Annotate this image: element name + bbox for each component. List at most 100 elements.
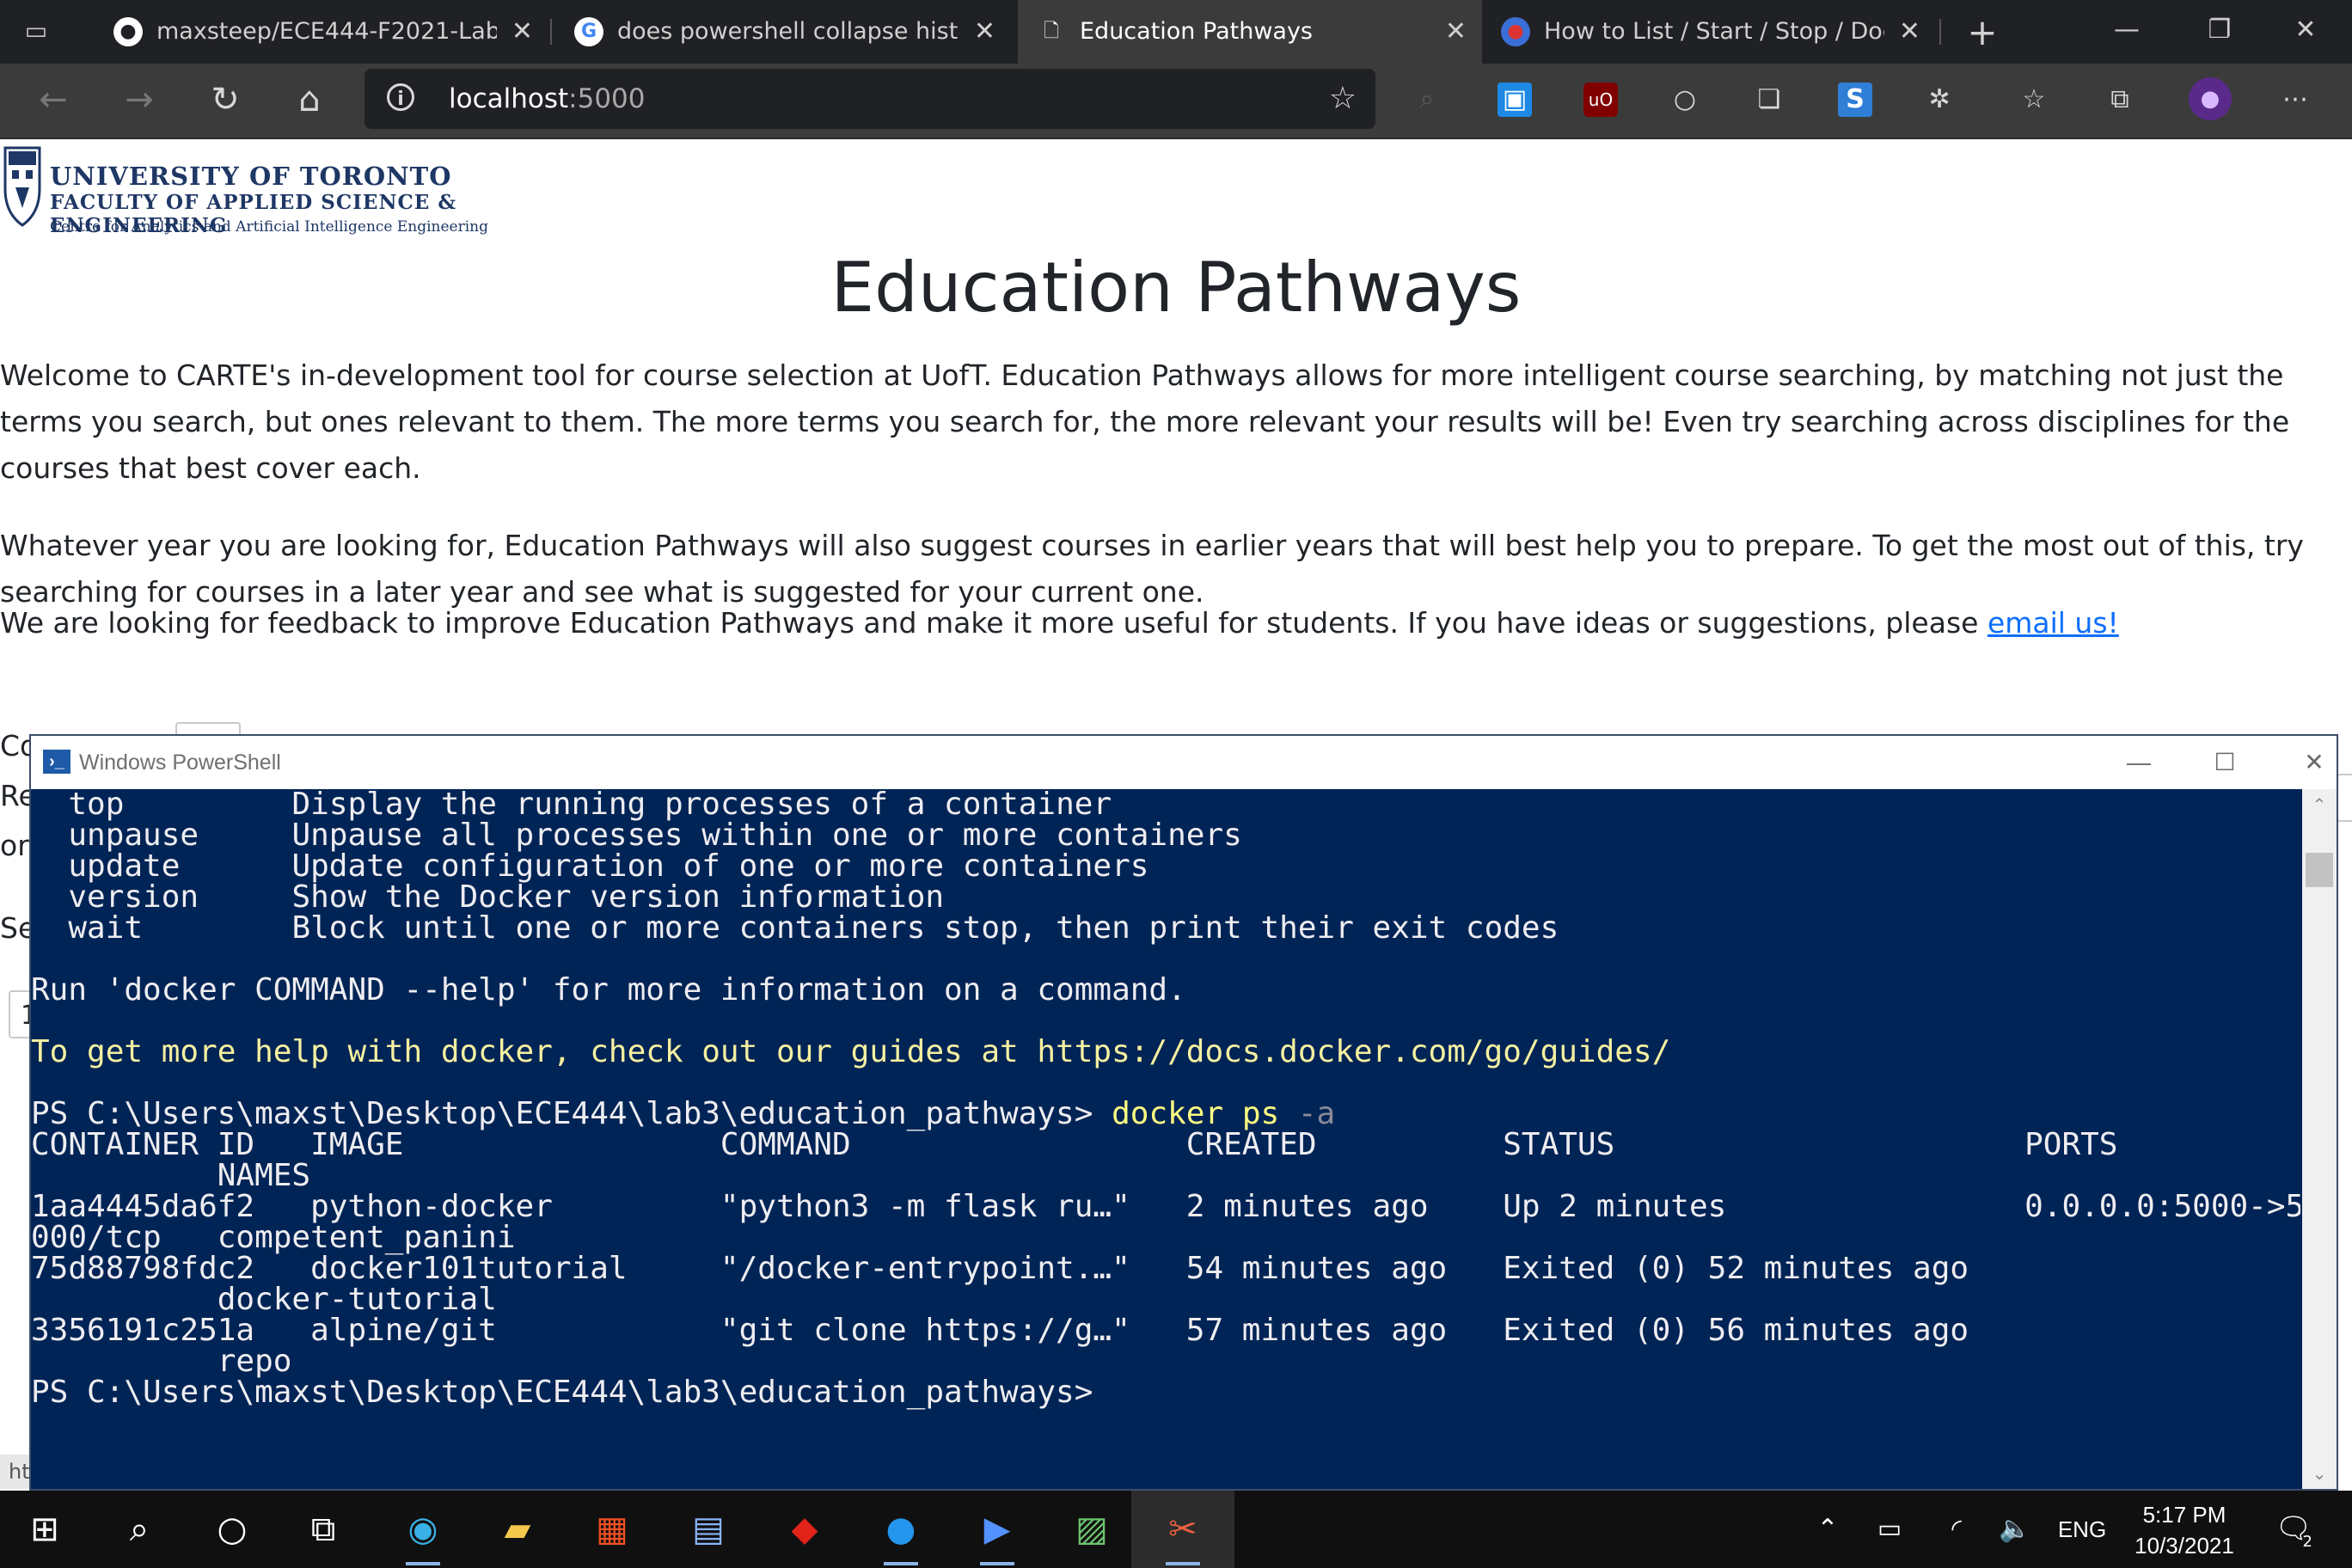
table-line: 000/tcp competent_panini (31, 1220, 516, 1255)
table-line: NAMES (31, 1158, 311, 1193)
help-description: Block until one or more containers stop,… (291, 910, 1559, 946)
help-row: unpause Unpause all processes within one… (31, 820, 2300, 851)
command-line: PS C:\Users\maxst\Desktop\ECE444\lab3\ed… (31, 1099, 2300, 1130)
tray-overflow-icon[interactable]: ⌃ (1809, 1491, 1847, 1568)
volume-icon[interactable]: 🔈 (1996, 1491, 2034, 1568)
tab-title: maxsteep/ECE444-F2021-Lab3 (156, 18, 497, 45)
powershell-titlebar[interactable]: ›_ Windows PowerShell — ☐ ✕ (31, 736, 2337, 789)
feedback-paragraph: We are looking for feedback to improve E… (0, 600, 2347, 646)
favorites-icon[interactable]: ☆ (2017, 83, 2051, 117)
help-description: Update configuration of one or more cont… (291, 848, 1149, 884)
minimize-icon[interactable]: — (2101, 9, 2153, 52)
cortana-circle-icon[interactable]: ○ (206, 1504, 258, 1555)
typed-command: docker ps (1112, 1096, 1280, 1131)
extension-screen-icon[interactable]: ▣ (1498, 83, 1532, 117)
remote-desktop-icon[interactable]: ▤ (683, 1504, 734, 1555)
feedback-text: We are looking for feedback to improve E… (0, 606, 1988, 640)
collections-icon[interactable]: ⧉ (2103, 83, 2137, 117)
close-icon[interactable]: ✕ (2288, 736, 2340, 789)
final-prompt: PS C:\Users\maxst\Desktop\ECE444\lab3\ed… (31, 1375, 1093, 1410)
url-text[interactable]: localhost:5000 (449, 69, 646, 129)
email-us-link[interactable]: email us! (1988, 606, 2119, 640)
wifi-icon[interactable]: ◜ (1938, 1491, 1975, 1568)
powershell-console[interactable]: top Display the running processes of a c… (31, 789, 2300, 1484)
system-clock[interactable]: 5:17 PM 10/3/2021 (2120, 1499, 2249, 1561)
powershell-title: Windows PowerShell (79, 750, 281, 775)
acrobat-reader-icon[interactable]: ◆ (779, 1504, 830, 1555)
address-bar[interactable]: i localhost:5000 ☆ (364, 69, 1375, 129)
snipping-tool-icon[interactable]: ✂ (1157, 1504, 1209, 1565)
battery-icon[interactable]: ▭ (1871, 1491, 1908, 1568)
restore-icon[interactable]: ❐ (2194, 9, 2245, 52)
start-windows-icon[interactable]: ⊞ (19, 1504, 70, 1555)
profile-avatar[interactable]: ● (2189, 77, 2232, 120)
tab-title: Education Pathways (1080, 18, 1313, 45)
page-icon: 🗋 (1044, 21, 1059, 42)
help-description: Unpause all processes within one or more… (291, 818, 1242, 853)
guides-line: To get more help with docker, check out … (31, 1034, 1671, 1069)
clock-time: 5:17 PM (2142, 1502, 2226, 1528)
notification-count: 2 (2302, 1533, 2312, 1551)
tab-separator (550, 19, 552, 45)
help-row: top Display the running processes of a c… (31, 789, 2300, 820)
microsoft-store-icon[interactable]: ▦ (586, 1504, 638, 1555)
minimize-icon[interactable]: — (2113, 736, 2165, 789)
search-icon[interactable]: ⌕ (113, 1504, 165, 1555)
intro-paragraph: Welcome to CARTE's in-development tool f… (0, 358, 2290, 485)
close-icon[interactable]: ✕ (511, 0, 533, 64)
globe-icon: ● (1501, 17, 1530, 46)
scrollbar-thumb[interactable] (2306, 853, 2333, 887)
scroll-up-icon[interactable]: ⌃ (2302, 794, 2337, 815)
tab-title: does powershell collapse history (617, 18, 959, 45)
tab-docker-howto[interactable]: ● How to List / Start / Stop / Docke ✕ (1482, 0, 1936, 64)
close-window-icon[interactable]: ✕ (2280, 9, 2331, 52)
new-tab-button[interactable]: + (1958, 9, 2006, 57)
refresh-icon[interactable]: ↻ (201, 76, 249, 124)
close-icon[interactable]: ✕ (1445, 0, 1467, 64)
docker-desktop-icon[interactable]: ● (875, 1504, 927, 1565)
s-extension-icon[interactable]: S (1838, 83, 1872, 117)
tab-actions-icon[interactable]: ▭ (19, 15, 53, 46)
uoft-logo[interactable]: UNIVERSITY OF TORONTO FACULTY OF APPLIED… (0, 139, 602, 248)
tab-google-search[interactable]: G does powershell collapse history ✕ (555, 0, 1011, 64)
clock-date: 10/3/2021 (2135, 1533, 2234, 1559)
help-command: update (68, 848, 181, 884)
search-icon[interactable]: ⌕ (1410, 83, 1444, 117)
ublock-origin-icon[interactable]: uO (1583, 83, 1618, 117)
page-title: Education Pathways (830, 248, 1522, 328)
extensions-puzzle-icon[interactable]: ✲ (1922, 83, 1957, 117)
powershell-taskbar-icon[interactable]: ▶ (971, 1504, 1023, 1565)
language-indicator[interactable]: ENG (2056, 1491, 2108, 1568)
help-command: wait (68, 910, 144, 946)
notification-center-icon[interactable]: 🗨 2 (2269, 1504, 2318, 1553)
scroll-down-icon[interactable]: ⌄ (2302, 1463, 2337, 1484)
google-icon: G (574, 17, 603, 46)
add-favorite-icon[interactable]: ☆ (1329, 81, 1357, 116)
tab-separator (1939, 19, 1941, 45)
collections-stack-icon[interactable]: ❏ (1752, 83, 1786, 117)
uoft-crest-icon (3, 146, 41, 227)
logo-university-name: UNIVERSITY OF TORONTO (50, 162, 452, 191)
maximize-icon[interactable]: ☐ (2199, 736, 2251, 789)
more-menu-icon[interactable]: ⋯ (2278, 83, 2312, 117)
home-icon[interactable]: ⌂ (285, 76, 334, 124)
run-hint-line: Run 'docker COMMAND --help' for more inf… (31, 972, 1186, 1008)
circle-extension-icon[interactable]: ○ (1668, 83, 1702, 117)
close-icon[interactable]: ✕ (1899, 0, 1920, 64)
image-viewer-icon[interactable]: ▨ (1066, 1504, 1118, 1555)
forward-icon[interactable]: → (115, 76, 163, 124)
back-icon[interactable]: ← (29, 76, 77, 124)
windows-taskbar: ⊞ ⌕ ○ ⧉ ◉ ▰ ▦ ▤ ◆ ● ▶ ▨ ✂ ⌃ ▭ ◜ 🔈 ENG 5:… (0, 1491, 2352, 1568)
site-info-icon[interactable]: i (387, 83, 414, 111)
powershell-window[interactable]: ›_ Windows PowerShell — ☐ ✕ top Display … (31, 736, 2337, 1489)
edge-browser-icon[interactable]: ◉ (397, 1504, 449, 1565)
file-explorer-icon[interactable]: ▰ (492, 1504, 543, 1555)
help-row: version Show the Docker version informat… (31, 882, 2300, 913)
tab-github[interactable]: ● maxsteep/ECE444-F2021-Lab3 ✕ (95, 0, 548, 64)
powershell-scrollbar[interactable]: ⌃ ⌄ (2302, 789, 2337, 1489)
tab-education-pathways[interactable]: 🗋 Education Pathways ✕ (1018, 0, 1482, 64)
task-view-icon[interactable]: ⧉ (297, 1504, 349, 1555)
close-icon[interactable]: ✕ (974, 0, 995, 64)
